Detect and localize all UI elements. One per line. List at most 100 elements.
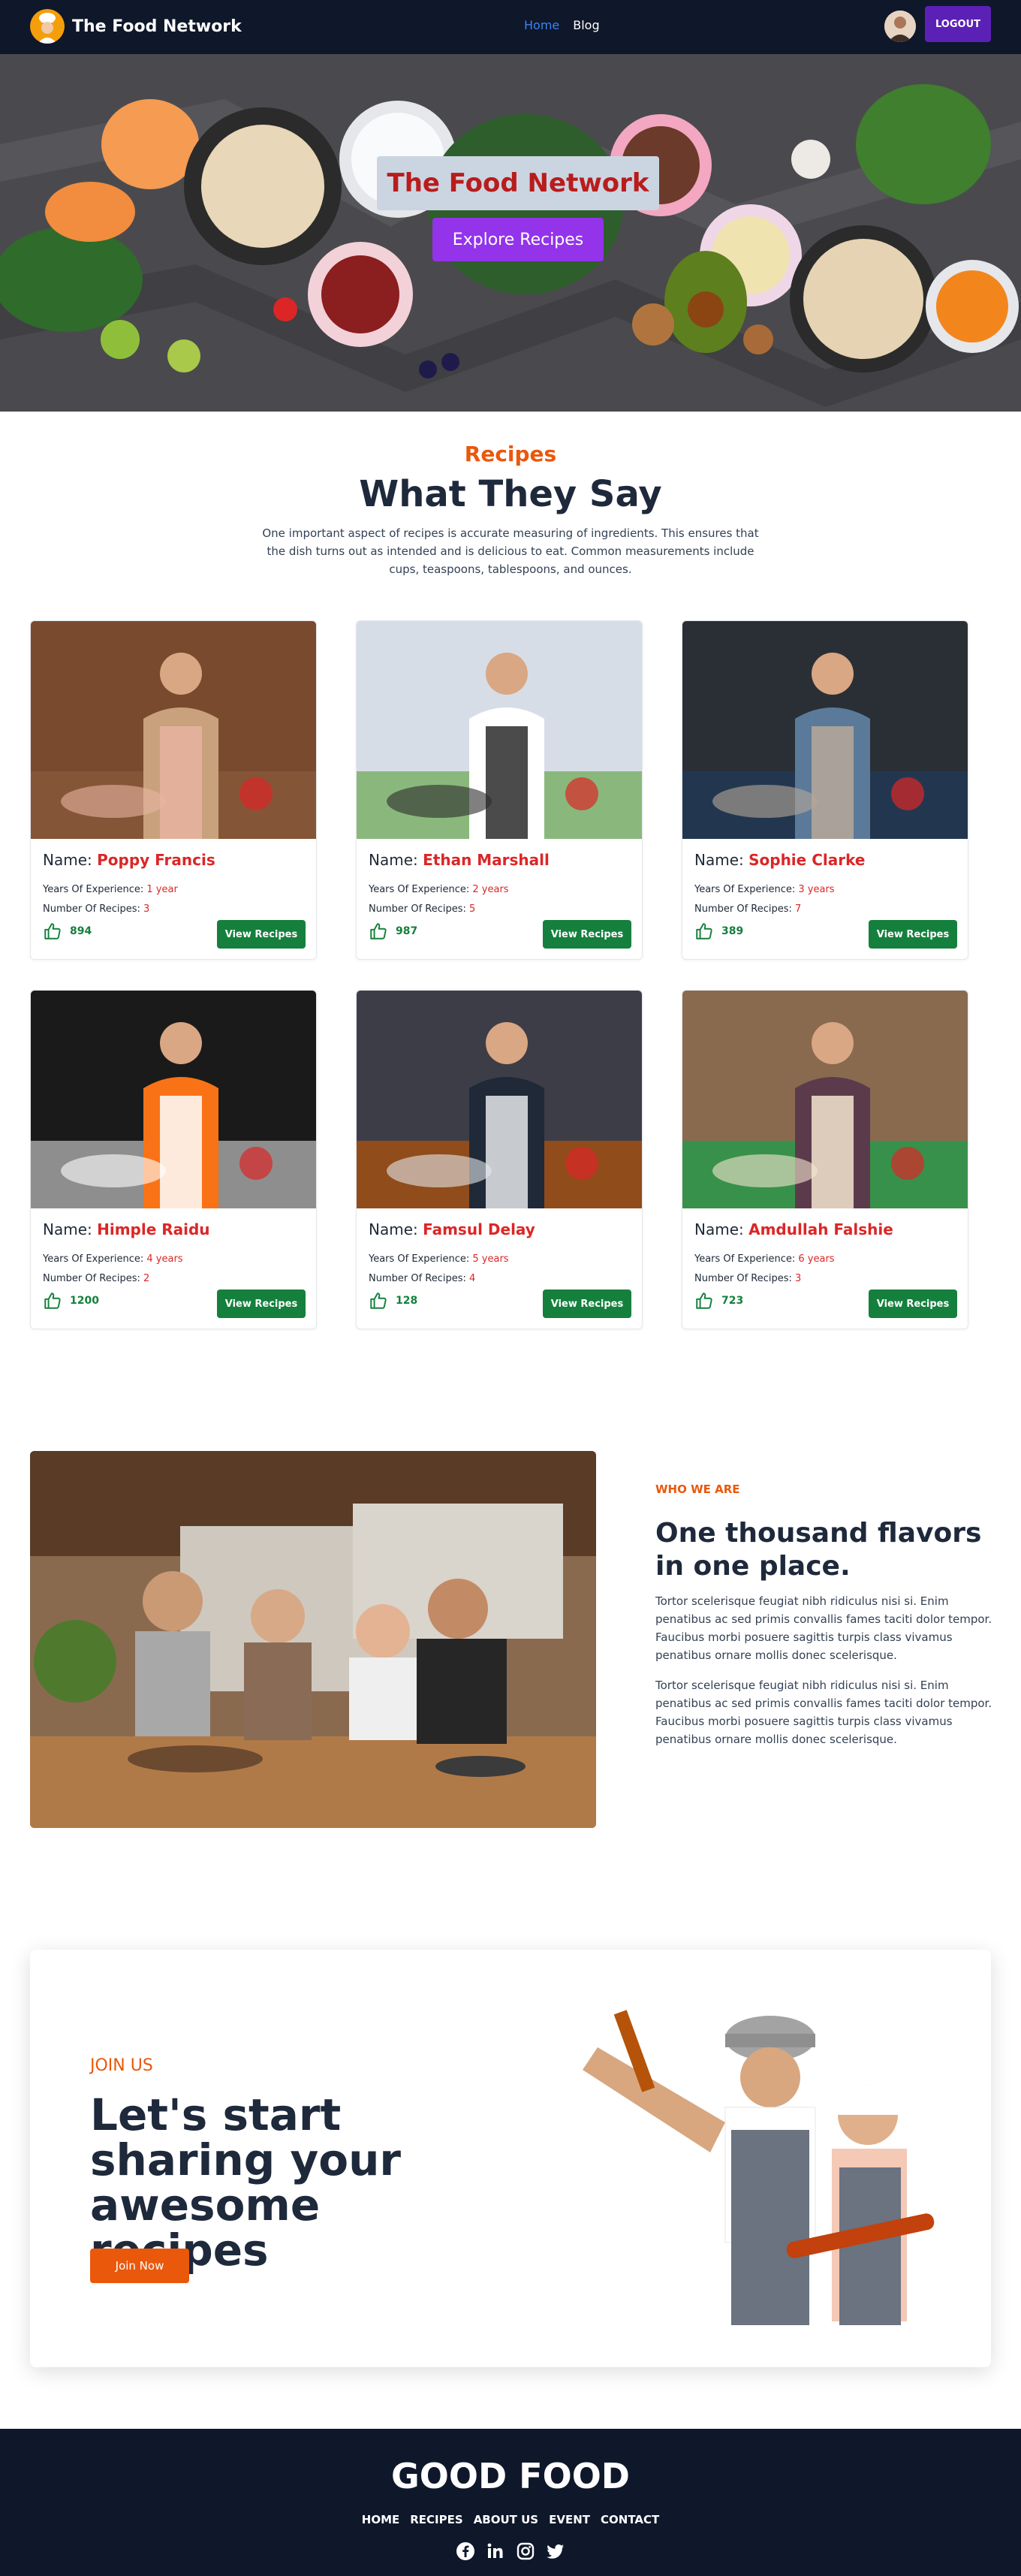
chef-name-row: Name: Poppy Francis <box>43 851 215 869</box>
explore-recipes-button[interactable]: Explore Recipes <box>432 218 604 261</box>
experience-value: 6 years <box>798 1253 835 1265</box>
thumbs-up-icon <box>696 1293 712 1309</box>
experience-value: 1 year <box>146 884 178 895</box>
footer-link-contact[interactable]: CONTACT <box>601 2513 659 2526</box>
logout-button[interactable]: LOGOUT <box>925 6 991 42</box>
recipes-label: Number Of Recipes: <box>43 903 140 915</box>
experience-label: Years Of Experience: <box>369 884 470 895</box>
navbar: The Food Network Home Blog LOGOUT <box>0 0 1021 54</box>
experience-label: Years Of Experience: <box>694 1253 796 1265</box>
recipes-label: Number Of Recipes: <box>694 903 792 915</box>
like-count: 389 <box>721 925 744 937</box>
chef-name: Sophie Clarke <box>748 851 866 869</box>
experience-value: 5 years <box>472 1253 509 1265</box>
like-button[interactable]: 723 <box>694 1291 743 1311</box>
chefs-illustration <box>538 2002 965 2325</box>
join-now-button[interactable]: Join Now <box>90 2249 189 2283</box>
experience-label: Years Of Experience: <box>43 884 144 895</box>
view-recipes-button[interactable]: View Recipes <box>543 1290 631 1318</box>
thumbs-up-icon <box>696 923 712 940</box>
chef-name-row: Name: Amdullah Falshie <box>694 1220 893 1238</box>
like-count: 1200 <box>70 1295 99 1307</box>
hero-title-box: The Food Network <box>377 156 659 210</box>
footer-link-about-us[interactable]: ABOUT US <box>474 2513 538 2526</box>
chef-name-label: Name: <box>694 1220 744 1238</box>
chef-name-row: Name: Ethan Marshall <box>369 851 550 869</box>
chef-logo-icon <box>30 9 65 44</box>
chef-experience-row: Years Of Experience: 6 years <box>694 1253 835 1265</box>
chef-name: Poppy Francis <box>97 851 215 869</box>
social-links <box>0 2541 1021 2561</box>
like-button[interactable]: 389 <box>694 922 743 941</box>
chef-card: Name: Amdullah Falshie Years Of Experienc… <box>682 990 968 1329</box>
nav-link-blog[interactable]: Blog <box>573 18 599 32</box>
like-button[interactable]: 128 <box>369 1291 417 1311</box>
chef-photo <box>682 621 968 839</box>
recipes-label: Number Of Recipes: <box>369 1273 466 1284</box>
view-recipes-button[interactable]: View Recipes <box>869 920 957 949</box>
twitter-icon[interactable] <box>546 2541 565 2561</box>
footer-link-recipes[interactable]: RECIPES <box>410 2513 462 2526</box>
recipes-label: Number Of Recipes: <box>369 903 466 915</box>
like-button[interactable]: 1200 <box>43 1291 99 1311</box>
experience-label: Years Of Experience: <box>694 884 796 895</box>
experience-label: Years Of Experience: <box>369 1253 470 1265</box>
view-recipes-button[interactable]: View Recipes <box>217 1290 306 1318</box>
footer-title: GOOD FOOD <box>391 2456 630 2496</box>
recipes-value: 7 <box>795 903 802 915</box>
recipes-value: 5 <box>469 903 476 915</box>
avatar[interactable] <box>884 11 916 42</box>
recipes-eyebrow: Recipes <box>464 442 557 466</box>
chef-name-label: Name: <box>43 851 92 869</box>
chef-card: Name: Ethan Marshall Years Of Experience:… <box>356 620 643 960</box>
footer-links: HOME RECIPES ABOUT US EVENT CONTACT <box>0 2513 1021 2526</box>
like-count: 128 <box>396 1295 418 1307</box>
chef-recipes-row: Number Of Recipes: 3 <box>694 1273 801 1284</box>
experience-value: 3 years <box>798 884 835 895</box>
recipes-value: 4 <box>469 1273 476 1284</box>
recipes-label: Number Of Recipes: <box>694 1273 792 1284</box>
chef-card: Name: Poppy Francis Years Of Experience: … <box>30 620 317 960</box>
chef-photo <box>357 621 642 839</box>
chef-recipes-row: Number Of Recipes: 2 <box>43 1273 149 1284</box>
chef-experience-row: Years Of Experience: 2 years <box>369 884 509 895</box>
view-recipes-button[interactable]: View Recipes <box>869 1290 957 1318</box>
join-eyebrow: JOIN US <box>90 2056 153 2075</box>
footer: GOOD FOOD HOME RECIPES ABOUT US EVENT CO… <box>0 2429 1021 2576</box>
hero-banner: The Food Network Explore Recipes <box>0 54 1021 412</box>
chef-recipes-row: Number Of Recipes: 4 <box>369 1273 475 1284</box>
chef-recipes-row: Number Of Recipes: 7 <box>694 903 801 915</box>
chef-name-row: Name: Sophie Clarke <box>694 851 865 869</box>
experience-value: 4 years <box>146 1253 183 1265</box>
chef-name: Famsul Delay <box>423 1220 535 1238</box>
like-button[interactable]: 894 <box>43 922 92 941</box>
about-eyebrow: WHO WE ARE <box>655 1483 740 1496</box>
chef-photo <box>357 991 642 1208</box>
linkedin-icon[interactable] <box>486 2541 505 2561</box>
about-photo <box>30 1451 596 1828</box>
thumbs-up-icon <box>44 1293 61 1309</box>
chef-photo <box>682 991 968 1208</box>
footer-link-home[interactable]: HOME <box>362 2513 399 2526</box>
thumbs-up-icon <box>370 923 387 940</box>
like-count: 894 <box>70 925 92 937</box>
chef-card: Name: Famsul Delay Years Of Experience: 5… <box>356 990 643 1329</box>
view-recipes-button[interactable]: View Recipes <box>543 920 631 949</box>
instagram-icon[interactable] <box>516 2541 535 2561</box>
page: The Food Network Home Blog LOGOUT The Fo… <box>0 0 1021 2576</box>
chef-name-label: Name: <box>694 851 744 869</box>
like-button[interactable]: 987 <box>369 922 417 941</box>
about-paragraph-2: Tortor scelerisque feugiat nibh ridiculu… <box>655 1679 992 1746</box>
chef-photo <box>31 621 316 839</box>
hero-title: The Food Network <box>387 168 649 198</box>
footer-link-event[interactable]: EVENT <box>549 2513 590 2526</box>
nav-link-home[interactable]: Home <box>524 18 559 32</box>
recipes-title: What They Say <box>359 473 662 515</box>
like-count: 987 <box>396 925 418 937</box>
brand[interactable]: The Food Network <box>30 9 242 44</box>
chef-recipes-row: Number Of Recipes: 3 <box>43 903 149 915</box>
chef-experience-row: Years Of Experience: 1 year <box>43 884 178 895</box>
view-recipes-button[interactable]: View Recipes <box>217 920 306 949</box>
facebook-icon[interactable] <box>456 2541 475 2561</box>
like-count: 723 <box>721 1295 744 1307</box>
